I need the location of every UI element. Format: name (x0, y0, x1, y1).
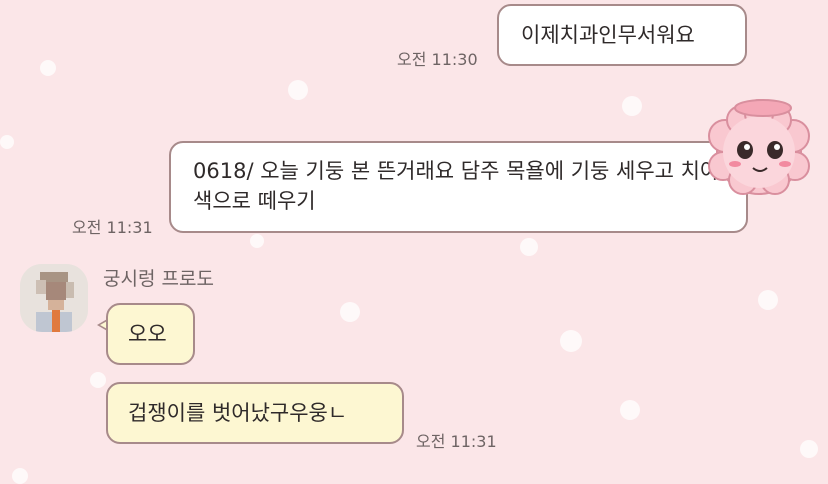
sent-bubble[interactable]: 이제치과인무서워요 (497, 4, 747, 66)
background-dot (90, 372, 106, 388)
esther-bunny-sticker-icon (708, 99, 810, 195)
background-dot (622, 96, 642, 116)
background-dot (800, 440, 818, 458)
background-dot (340, 302, 360, 322)
message-text: 오오 (128, 322, 167, 346)
message-text: 이제치과인무서워요 (521, 23, 695, 47)
background-dot (520, 238, 538, 256)
background-dot (250, 234, 264, 248)
background-dot (12, 468, 28, 484)
avatar-pixelated-icon (20, 264, 88, 332)
sent-bubble[interactable]: 0618/ 오늘 기둥 본 뜬거래요 담주 목욜에 기둥 세우고 치아색으로 떼… (169, 141, 748, 233)
background-dot (758, 290, 778, 310)
background-dot (288, 80, 308, 100)
message-timestamp: 오전 11:30 (397, 50, 478, 69)
background-dot (560, 330, 582, 352)
background-dot (0, 135, 14, 149)
background-dot (620, 400, 640, 420)
message-timestamp: 오전 11:31 (416, 432, 497, 451)
message-text: 0618/ 오늘 기둥 본 뜬거래요 담주 목욜에 기둥 세우고 치아색으로 떼… (193, 159, 720, 213)
background-dot (40, 60, 56, 76)
message-text: 겁쟁이를 벗어났구우웅ㄴ (128, 401, 348, 425)
sender-name: 궁시렁 프로도 (103, 268, 214, 290)
avatar[interactable] (20, 264, 88, 332)
received-bubble[interactable]: 겁쟁이를 벗어났구우웅ㄴ (106, 382, 404, 444)
received-bubble[interactable]: 오오 (106, 303, 195, 365)
message-timestamp: 오전 11:31 (72, 218, 153, 237)
